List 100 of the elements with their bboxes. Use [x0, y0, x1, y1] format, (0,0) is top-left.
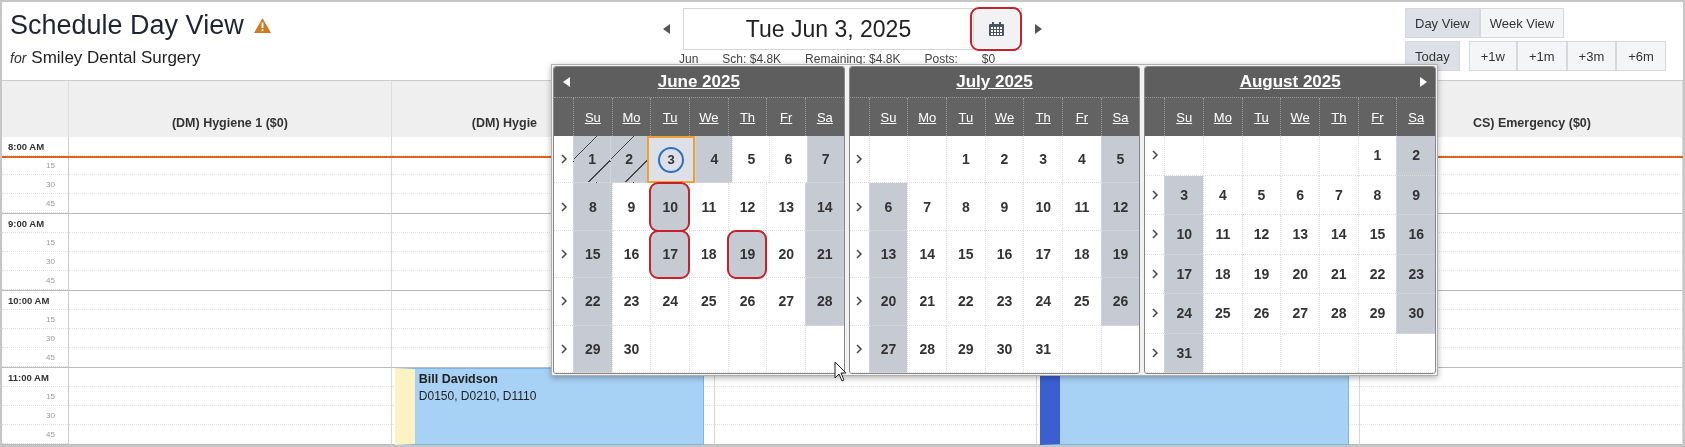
calendar-day[interactable]: 4 [695, 136, 733, 184]
calendar-day[interactable]: 2 [1396, 136, 1435, 176]
month-title[interactable]: June 2025 [578, 72, 820, 92]
weekday-label[interactable]: Mo [1203, 98, 1242, 136]
calendar-day[interactable]: 29 [946, 325, 985, 373]
calendar-day[interactable]: 29 [573, 325, 612, 373]
view-tab[interactable]: Week View [1479, 8, 1565, 38]
calendar-day[interactable]: 26 [1241, 294, 1281, 334]
calendar-day[interactable]: 21 [1319, 254, 1358, 294]
calendar-day[interactable]: 13 [1280, 215, 1319, 255]
calendar-day[interactable]: 4 [1203, 175, 1242, 215]
calendar-day[interactable]: 1 [573, 136, 611, 184]
calendar-day[interactable]: 9 [1396, 175, 1435, 215]
calendar-day[interactable]: 5 [1241, 175, 1281, 215]
calendar-day[interactable]: 19 [1241, 254, 1281, 294]
calendar-day[interactable]: 30 [984, 325, 1024, 373]
calendar-day[interactable]: 3 [1164, 175, 1203, 215]
calendar-day[interactable]: 23 [611, 278, 651, 326]
weekday-label[interactable]: Fr [766, 98, 805, 136]
calendar-day[interactable]: 26 [727, 278, 767, 326]
warning-icon[interactable] [253, 17, 271, 33]
calendar-day[interactable]: 24 [650, 278, 689, 326]
calendar-day[interactable]: 30 [611, 325, 651, 373]
month-title[interactable]: August 2025 [1169, 72, 1411, 92]
calendar-day[interactable]: 20 [1280, 254, 1319, 294]
chevron-right-icon[interactable] [856, 154, 863, 165]
month-title[interactable]: July 2025 [873, 72, 1116, 92]
calendar-day[interactable]: 8 [946, 183, 985, 231]
calendar-day[interactable]: 10 [650, 183, 689, 231]
calendar-day[interactable]: 5 [732, 136, 770, 184]
calendar-day[interactable]: 25 [1062, 278, 1101, 326]
calendar-day[interactable]: 7 [907, 183, 946, 231]
calendar-day[interactable]: 14 [805, 183, 844, 231]
calendar-day[interactable]: 21 [805, 230, 844, 279]
calendar-icon[interactable] [989, 22, 1004, 36]
chevron-right-icon[interactable] [1151, 189, 1158, 200]
calendar-day[interactable]: 3 [647, 136, 696, 184]
calendar-day[interactable]: 6 [868, 183, 908, 231]
calendar-day[interactable]: 2 [610, 136, 648, 184]
calendar-day[interactable]: 27 [1280, 294, 1319, 334]
weekday-label[interactable]: Fr [1062, 98, 1101, 136]
jump-button[interactable]: +1m [1516, 41, 1567, 71]
calendar-day[interactable]: 15 [946, 230, 985, 279]
calendar-day[interactable]: 24 [1023, 278, 1062, 326]
calendar-day[interactable]: 16 [1396, 215, 1435, 255]
next-day-icon[interactable] [1035, 24, 1042, 34]
weekday-label[interactable]: Tu [1241, 98, 1281, 136]
calendar-day[interactable]: 11 [689, 183, 728, 231]
calendar-day[interactable]: 7 [1319, 175, 1358, 215]
chevron-right-icon[interactable] [856, 249, 863, 259]
chevron-right-icon[interactable] [1151, 308, 1158, 319]
calendar-day[interactable]: 19 [727, 230, 767, 279]
weekday-label[interactable]: Su [1164, 98, 1203, 136]
calendar-day[interactable]: 11 [1062, 183, 1101, 231]
calendar-button[interactable] [973, 10, 1019, 48]
chevron-right-icon[interactable] [856, 343, 863, 354]
calendar-day[interactable]: 15 [573, 230, 612, 279]
jump-button[interactable]: +1w [1468, 41, 1517, 71]
calendar-day[interactable]: 1 [946, 136, 985, 184]
calendar-day[interactable]: 17 [1164, 254, 1203, 294]
calendar-day[interactable]: 12 [1100, 183, 1140, 231]
chevron-right-icon[interactable] [1151, 150, 1158, 161]
weekday-label[interactable]: Th [1319, 98, 1358, 136]
calendar-day[interactable]: 20 [868, 278, 908, 326]
calendar-day[interactable]: 28 [1319, 294, 1358, 334]
calendar-day[interactable]: 30 [1396, 294, 1435, 334]
weekday-label[interactable]: Tu [946, 98, 985, 136]
chevron-right-icon[interactable] [856, 296, 863, 307]
calendar-day[interactable]: 18 [1062, 230, 1101, 279]
calendar-day[interactable]: 10 [1023, 183, 1062, 231]
weekday-label[interactable]: Fr [1357, 98, 1397, 136]
calendar-day[interactable]: 17 [650, 230, 689, 279]
calendar-day[interactable]: 11 [1203, 215, 1242, 255]
next-month-icon[interactable] [1419, 77, 1427, 87]
calendar-day[interactable]: 18 [1203, 254, 1242, 294]
calendar-day[interactable]: 25 [689, 278, 728, 326]
calendar-day[interactable]: 5 [1100, 136, 1140, 184]
weekday-label[interactable]: Su [868, 98, 908, 136]
calendar-day[interactable]: 27 [868, 325, 908, 373]
calendar-day[interactable]: 2 [984, 136, 1024, 184]
calendar-day[interactable]: 7 [806, 136, 844, 184]
weekday-label[interactable]: We [1280, 98, 1319, 136]
calendar-day[interactable]: 31 [1023, 325, 1062, 373]
calendar-day[interactable]: 28 [907, 325, 946, 373]
calendar-day[interactable]: 19 [1100, 230, 1140, 279]
calendar-day[interactable]: 12 [1241, 215, 1281, 255]
calendar-day[interactable]: 28 [805, 278, 844, 326]
chevron-right-icon[interactable] [1151, 268, 1158, 279]
calendar-day[interactable]: 17 [1023, 230, 1062, 279]
calendar-day[interactable]: 24 [1164, 294, 1203, 334]
chevron-right-icon[interactable] [560, 154, 567, 165]
calendar-day[interactable]: 4 [1062, 136, 1101, 184]
calendar-day[interactable]: 16 [984, 230, 1024, 279]
chevron-right-icon[interactable] [1151, 347, 1158, 358]
weekday-label[interactable]: Th [1023, 98, 1062, 136]
calendar-day[interactable]: 22 [573, 278, 612, 326]
view-tab[interactable]: Day View [1405, 8, 1480, 38]
calendar-day[interactable]: 26 [1100, 278, 1140, 326]
calendar-day[interactable]: 21 [907, 278, 946, 326]
date-field[interactable]: Tue Jun 3, 2025 [683, 8, 1022, 50]
